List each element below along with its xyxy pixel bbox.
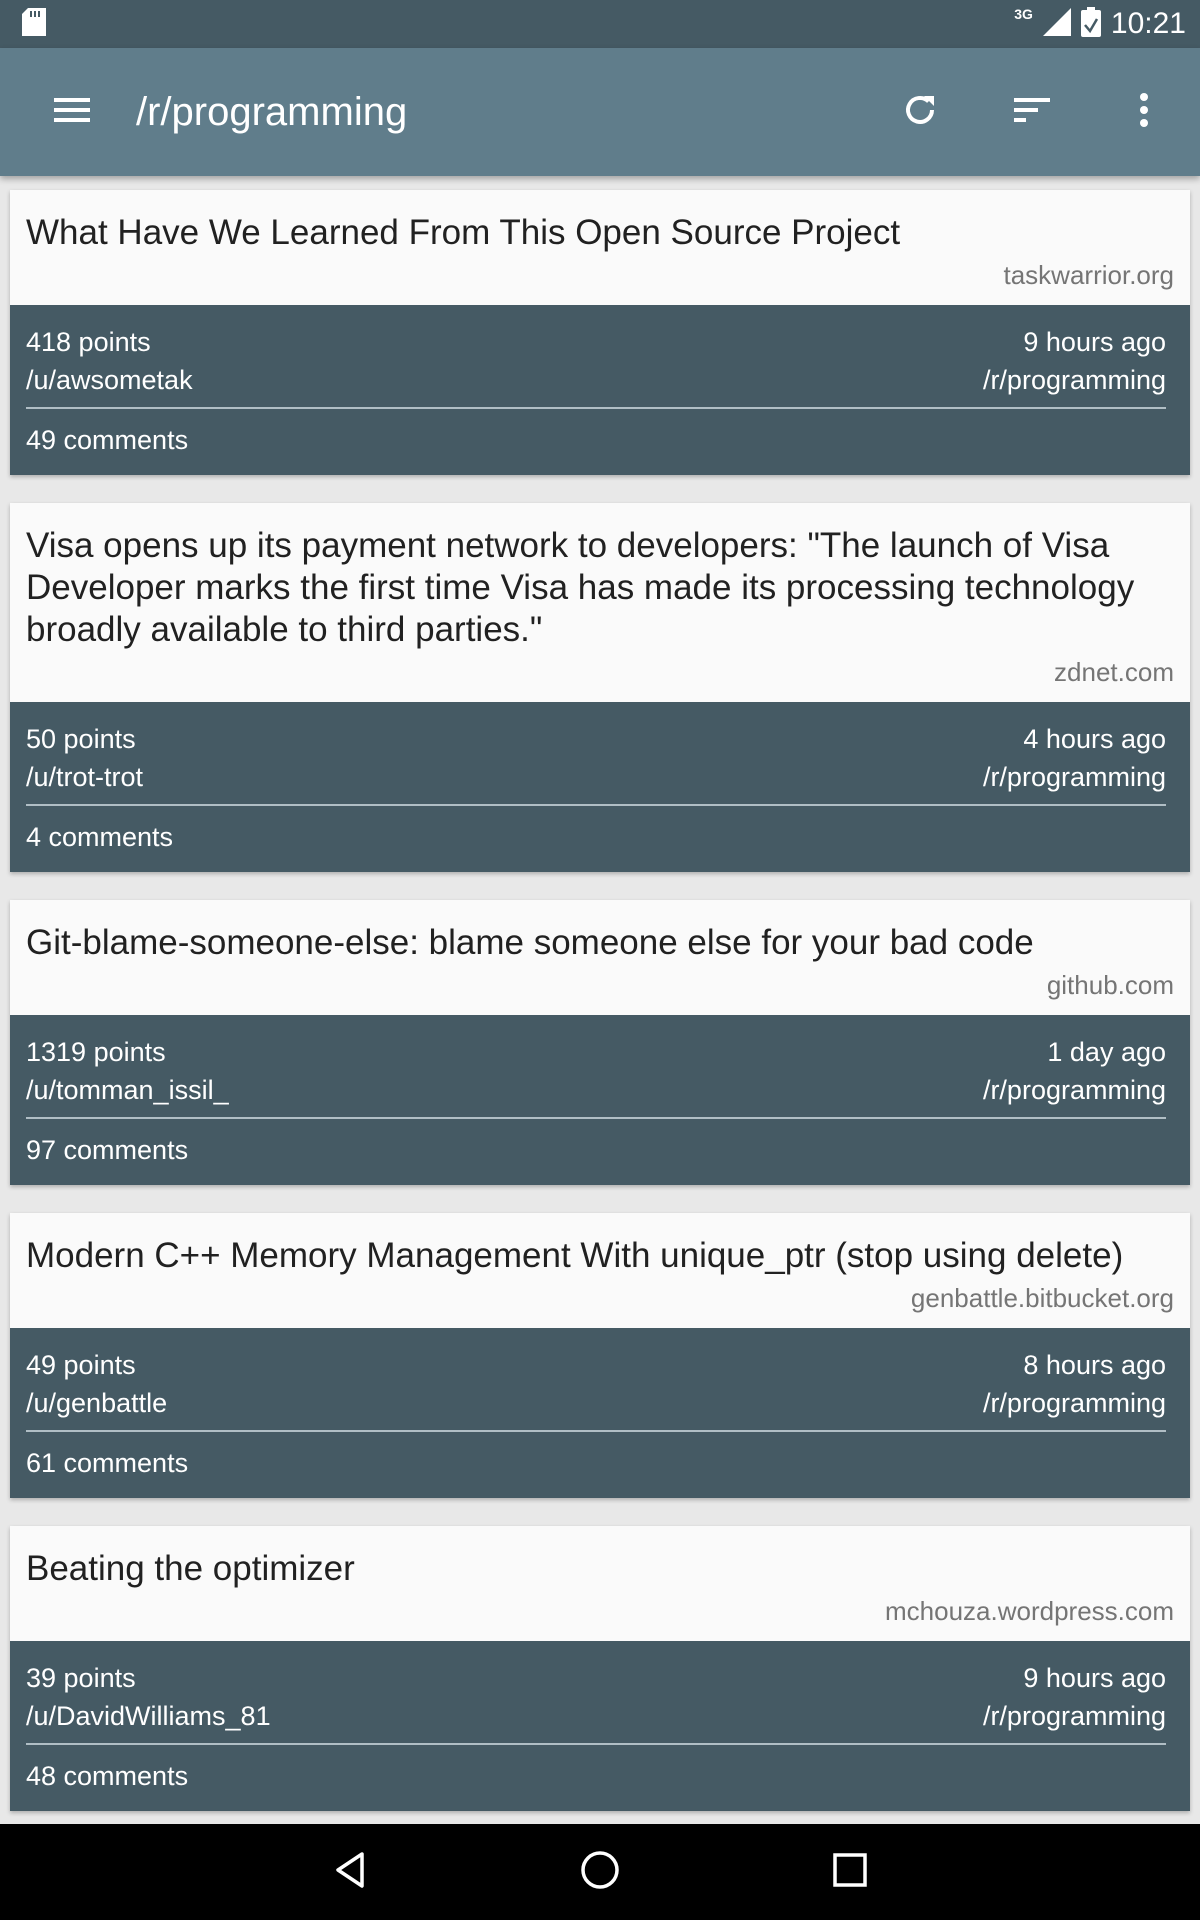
post-card: Visa opens up its payment network to dev…	[10, 503, 1190, 872]
more-vert-icon	[1138, 92, 1150, 133]
post-points: 418 points	[26, 327, 151, 357]
status-bar: 3G 10:21	[0, 0, 1200, 48]
post-link[interactable]: Visa opens up its payment network to dev…	[10, 503, 1190, 702]
post-subreddit: /r/programming	[982, 1701, 1166, 1731]
recents-icon	[830, 1850, 870, 1895]
post-link[interactable]: Modern C++ Memory Management With unique…	[10, 1213, 1190, 1328]
post-title: Visa opens up its payment network to dev…	[26, 526, 1135, 649]
post-domain: taskwarrior.org	[1003, 260, 1175, 290]
post-title: What Have We Learned From This Open Sour…	[26, 213, 901, 252]
post-comments: 4 comments	[26, 822, 174, 852]
sd-card-icon	[22, 7, 46, 41]
post-meta[interactable]: 1319 points 1 day ago /u/tomman_issil_ /…	[10, 1015, 1190, 1185]
post-card: Beating the optimizer mchouza.wordpress.…	[10, 1526, 1190, 1811]
post-age: 9 hours ago	[1023, 1663, 1166, 1693]
post-card: What Have We Learned From This Open Sour…	[10, 190, 1190, 475]
divider	[26, 804, 1166, 806]
post-comments: 49 comments	[26, 425, 189, 455]
post-comments: 48 comments	[26, 1761, 189, 1791]
refresh-icon	[900, 90, 940, 135]
post-meta[interactable]: 39 points 9 hours ago /u/DavidWilliams_8…	[10, 1641, 1190, 1811]
back-icon	[330, 1850, 370, 1895]
post-title: Modern C++ Memory Management With unique…	[26, 1236, 1124, 1275]
post-points: 39 points	[26, 1663, 136, 1693]
post-subreddit: /r/programming	[982, 365, 1166, 395]
status-indicators: 3G 10:21	[1014, 6, 1186, 42]
post-author: /u/genbattle	[26, 1388, 168, 1418]
menu-button[interactable]	[36, 76, 108, 148]
home-button[interactable]	[560, 1832, 640, 1912]
post-points: 49 points	[26, 1350, 136, 1380]
post-title: Beating the optimizer	[26, 1549, 355, 1588]
page-title: /r/programming	[136, 89, 408, 134]
clock: 10:21	[1110, 7, 1186, 40]
post-author: /u/tomman_issil_	[26, 1075, 229, 1105]
post-card: Modern C++ Memory Management With unique…	[10, 1213, 1190, 1498]
divider	[26, 1117, 1166, 1119]
home-icon	[578, 1848, 622, 1897]
post-points: 1319 points	[26, 1037, 166, 1067]
post-card: Git-blame-someone-else: blame someone el…	[10, 900, 1190, 1185]
post-domain: mchouza.wordpress.com	[885, 1596, 1174, 1626]
post-meta[interactable]: 50 points 4 hours ago /u/trot-trot /r/pr…	[10, 702, 1190, 872]
post-age: 9 hours ago	[1023, 327, 1166, 357]
post-subreddit: /r/programming	[982, 1075, 1166, 1105]
post-comments: 97 comments	[26, 1135, 189, 1165]
post-feed: What Have We Learned From This Open Sour…	[10, 190, 1190, 1839]
post-author: /u/awsometak	[26, 365, 193, 395]
back-button[interactable]	[310, 1832, 390, 1912]
post-subreddit: /r/programming	[982, 762, 1166, 792]
post-link[interactable]: What Have We Learned From This Open Sour…	[10, 190, 1190, 305]
post-domain: zdnet.com	[1054, 657, 1174, 687]
app-toolbar: /r/programming	[0, 48, 1200, 176]
post-age: 1 day ago	[1047, 1037, 1166, 1067]
post-title: Git-blame-someone-else: blame someone el…	[26, 923, 1034, 962]
network-type: 3G	[1014, 6, 1033, 22]
battery-icon	[1080, 6, 1101, 42]
post-meta[interactable]: 418 points 9 hours ago /u/awsometak /r/p…	[10, 305, 1190, 475]
system-nav-bar	[0, 1824, 1200, 1920]
post-domain: genbattle.bitbucket.org	[910, 1283, 1174, 1313]
post-author: /u/DavidWilliams_81	[26, 1701, 271, 1731]
overflow-menu-button[interactable]	[1108, 76, 1180, 148]
sort-button[interactable]	[996, 76, 1068, 148]
post-domain: github.com	[1046, 970, 1174, 1000]
post-comments: 61 comments	[26, 1448, 189, 1478]
menu-icon	[52, 95, 92, 130]
post-age: 8 hours ago	[1023, 1350, 1166, 1380]
recents-button[interactable]	[810, 1832, 890, 1912]
post-link[interactable]: Git-blame-someone-else: blame someone el…	[10, 900, 1190, 1015]
divider	[26, 1430, 1166, 1432]
post-author: /u/trot-trot	[26, 762, 144, 792]
post-subreddit: /r/programming	[982, 1388, 1166, 1418]
post-meta[interactable]: 49 points 8 hours ago /u/genbattle /r/pr…	[10, 1328, 1190, 1498]
divider	[26, 1743, 1166, 1745]
signal-icon	[1042, 7, 1071, 41]
post-points: 50 points	[26, 724, 136, 754]
post-link[interactable]: Beating the optimizer mchouza.wordpress.…	[10, 1526, 1190, 1641]
divider	[26, 407, 1166, 409]
sort-icon	[1012, 95, 1052, 130]
post-age: 4 hours ago	[1023, 724, 1166, 754]
refresh-button[interactable]	[884, 76, 956, 148]
